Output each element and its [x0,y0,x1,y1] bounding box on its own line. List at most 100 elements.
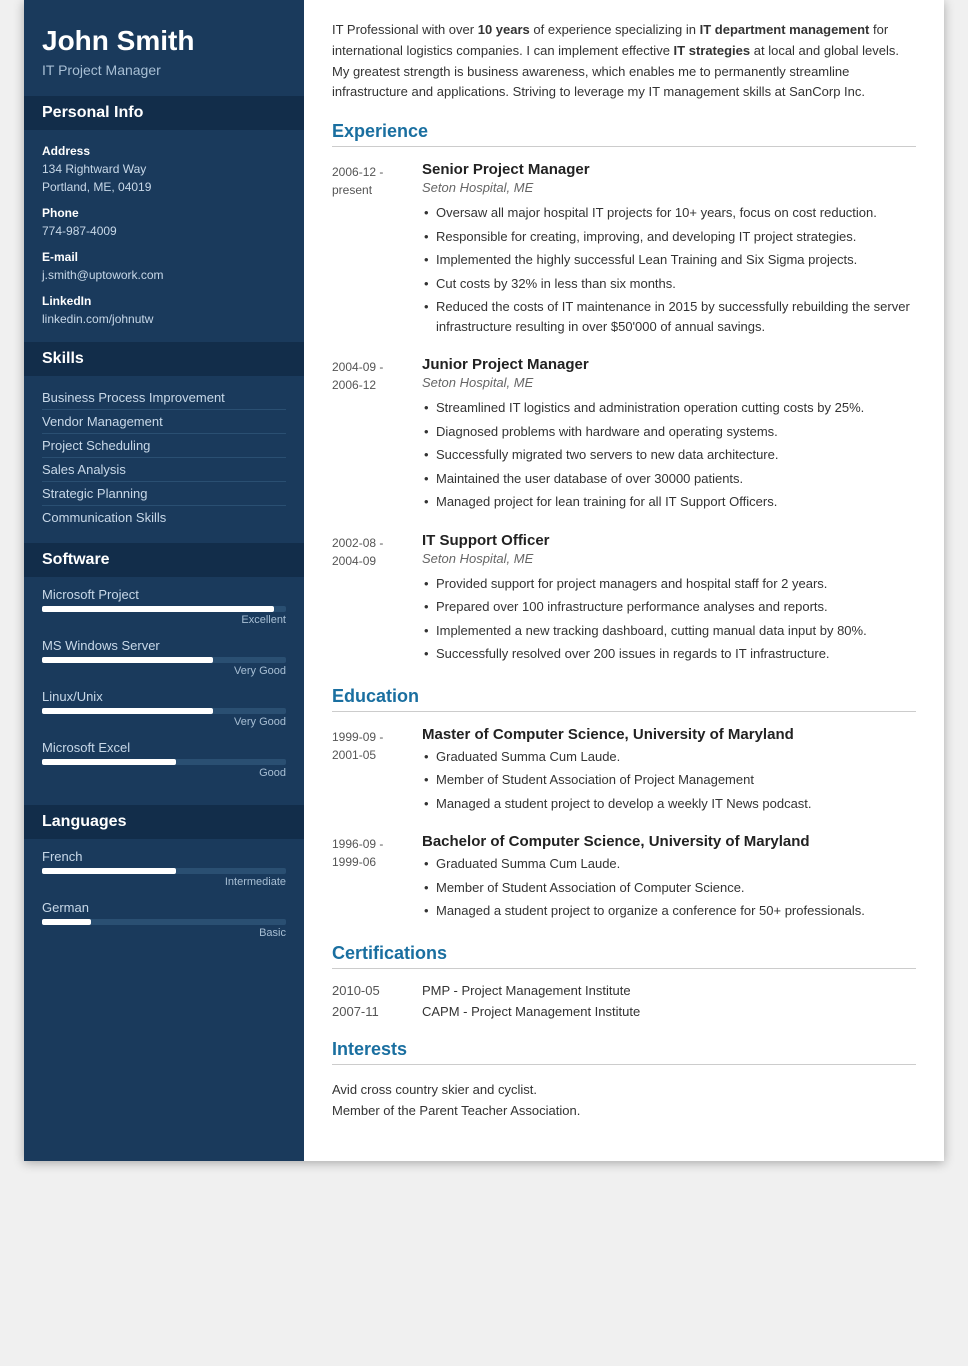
entry-date: 2004-09 -2006-12 [332,356,422,514]
bullet-item: Managed a student project to organize a … [422,899,916,923]
email-label: E-mail [42,250,286,264]
entry-content: Master of Computer Science, University o… [422,726,916,816]
entry-bullets: Oversaw all major hospital IT projects f… [422,201,916,338]
interest-item: Member of the Parent Teacher Association… [332,1100,916,1121]
language-bar-container [42,919,286,925]
language-item: German Basic [42,900,286,939]
interests-section: Interests Avid cross country skier and c… [332,1039,916,1121]
software-title: Software [24,543,304,577]
education-section: Education 1999-09 -2001-05 Master of Com… [332,686,916,923]
entry-subtitle: Seton Hospital, ME [422,180,916,195]
certifications-title: Certifications [332,943,916,969]
entry-bullets: Streamlined IT logistics and administrat… [422,396,916,514]
bullet-item: Maintained the user database of over 300… [422,467,916,491]
entry-date: 2006-12 -present [332,161,422,338]
bullet-item: Responsible for creating, improving, and… [422,225,916,249]
address-line1: 134 Rightward Way [42,160,286,178]
skills-list: Business Process ImprovementVendor Manag… [24,376,304,543]
phone-label: Phone [42,206,286,220]
cert-text: CAPM - Project Management Institute [422,1004,640,1019]
entry-title: IT Support Officer [422,532,916,549]
entry-date: 1999-09 -2001-05 [332,726,422,816]
interests-title: Interests [332,1039,916,1065]
software-item: Microsoft Excel Good [42,740,286,779]
entry: 1996-09 -1999-06 Bachelor of Computer Sc… [332,833,916,923]
entry-subtitle: Seton Hospital, ME [422,375,916,390]
education-entries: 1999-09 -2001-05 Master of Computer Scie… [332,726,916,923]
entry-title: Master of Computer Science, University o… [422,726,916,743]
entry-content: Bachelor of Computer Science, University… [422,833,916,923]
entry-title: Bachelor of Computer Science, University… [422,833,916,850]
entry-bullets: Graduated Summa Cum Laude.Member of Stud… [422,852,916,923]
entry: 2002-08 -2004-09 IT Support Officer Seto… [332,532,916,666]
entry-subtitle: Seton Hospital, ME [422,551,916,566]
entry-bullets: Graduated Summa Cum Laude.Member of Stud… [422,745,916,816]
bullet-item: Member of Student Association of Compute… [422,876,916,900]
software-level: Very Good [42,665,286,677]
cert-text: PMP - Project Management Institute [422,983,631,998]
bullet-item: Oversaw all major hospital IT projects f… [422,201,916,225]
entry-content: Junior Project Manager Seton Hospital, M… [422,356,916,514]
entry-title: Senior Project Manager [422,161,916,178]
entry-content: Senior Project Manager Seton Hospital, M… [422,161,916,338]
language-item: French Intermediate [42,849,286,888]
software-name: Microsoft Project [42,587,286,602]
software-item: MS Windows Server Very Good [42,638,286,677]
linkedin-label: LinkedIn [42,294,286,308]
language-bar-fill [42,919,91,925]
main-content: IT Professional with over 10 years of ex… [304,0,944,1161]
skills-title: Skills [24,342,304,376]
certifications-section: Certifications 2010-05 PMP - Project Man… [332,943,916,1019]
personal-info-section: Personal Info Address 134 Rightward Way … [24,96,304,342]
software-bar-container [42,657,286,663]
software-section: Software Microsoft Project Excellent MS … [24,543,304,805]
personal-info-title: Personal Info [24,96,304,130]
cert-entries: 2010-05 PMP - Project Management Institu… [332,983,916,1019]
language-bar-fill [42,868,176,874]
candidate-name: John Smith [42,24,286,58]
bullet-item: Diagnosed problems with hardware and ope… [422,420,916,444]
bullet-item: Implemented the highly successful Lean T… [422,248,916,272]
cert-row: 2010-05 PMP - Project Management Institu… [332,983,916,998]
experience-title: Experience [332,121,916,147]
language-name: German [42,900,286,915]
entry-content: IT Support Officer Seton Hospital, ME Pr… [422,532,916,666]
bullet-item: Member of Student Association of Project… [422,768,916,792]
bullet-item: Graduated Summa Cum Laude. [422,852,916,876]
software-level: Good [42,767,286,779]
software-name: Microsoft Excel [42,740,286,755]
software-bar-fill [42,708,213,714]
cert-row: 2007-11 CAPM - Project Management Instit… [332,1004,916,1019]
skill-item: Communication Skills [42,506,286,529]
entry-bullets: Provided support for project managers an… [422,572,916,666]
linkedin-value: linkedin.com/johnutw [42,310,286,328]
bullet-item: Successfully migrated two servers to new… [422,443,916,467]
experience-entries: 2006-12 -present Senior Project Manager … [332,161,916,666]
skill-item: Strategic Planning [42,482,286,506]
bullet-item: Cut costs by 32% in less than six months… [422,272,916,296]
sidebar: John Smith IT Project Manager Personal I… [24,0,304,1161]
languages-section: Languages French Intermediate German Bas… [24,805,304,965]
personal-info-content: Address 134 Rightward Way Portland, ME, … [24,130,304,342]
entry: 2006-12 -present Senior Project Manager … [332,161,916,338]
software-list: Microsoft Project Excellent MS Windows S… [24,577,304,805]
skill-item: Vendor Management [42,410,286,434]
entry: 2004-09 -2006-12 Junior Project Manager … [332,356,916,514]
software-item: Linux/Unix Very Good [42,689,286,728]
skill-item: Sales Analysis [42,458,286,482]
software-bar-container [42,708,286,714]
skill-item: Business Process Improvement [42,386,286,410]
bullet-item: Managed a student project to develop a w… [422,792,916,816]
software-name: Linux/Unix [42,689,286,704]
cert-date: 2007-11 [332,1004,422,1019]
bullet-item: Managed project for lean training for al… [422,490,916,514]
software-level: Very Good [42,716,286,728]
bullet-item: Implemented a new tracking dashboard, cu… [422,619,916,643]
resume-container: John Smith IT Project Manager Personal I… [24,0,944,1161]
bullet-item: Reduced the costs of IT maintenance in 2… [422,295,916,338]
bullet-item: Streamlined IT logistics and administrat… [422,396,916,420]
email-value: j.smith@uptowork.com [42,266,286,284]
language-bar-container [42,868,286,874]
entry-title: Junior Project Manager [422,356,916,373]
languages-list: French Intermediate German Basic [24,839,304,965]
